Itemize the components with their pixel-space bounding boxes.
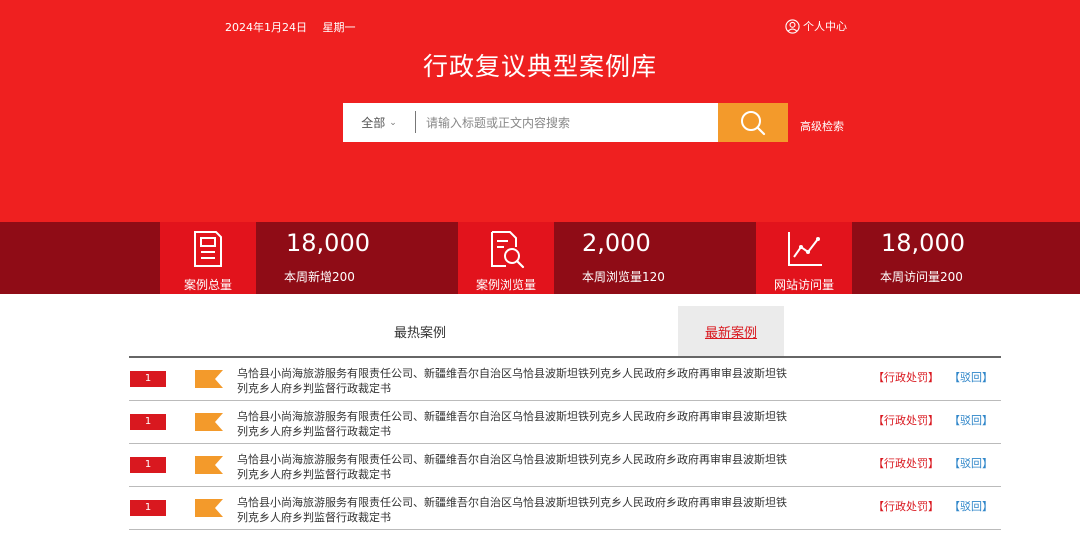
tab-latest-cases[interactable]: 最新案例: [678, 306, 784, 356]
case-title: 乌恰县小尚海旅游服务有限责任公司、新疆维吾尔自治区乌恰县波斯坦铁列克乡人民政府乡…: [237, 367, 787, 395]
ribbon-flag-icon: [195, 370, 223, 388]
case-result-tag[interactable]: 【驳回】: [949, 455, 993, 471]
line-chart-icon: [788, 232, 822, 266]
user-circle-icon: [785, 18, 800, 34]
tab-hottest-cases[interactable]: 最热案例: [360, 306, 480, 356]
search-icon: [741, 110, 766, 135]
ribbon-flag-icon: [195, 456, 223, 474]
stat-subtext: 本周浏览量120: [582, 270, 665, 284]
document-search-icon: [491, 231, 525, 269]
stat-value: 18,000: [286, 229, 370, 257]
rank-badge: 1: [130, 500, 166, 516]
stat-subtext: 本周访问量200: [880, 270, 963, 284]
case-title: 乌恰县小尚海旅游服务有限责任公司、新疆维吾尔自治区乌恰县波斯坦铁列克乡人民政府乡…: [237, 453, 787, 481]
page-title: 行政复议典型案例库: [422, 52, 657, 81]
advanced-search-link[interactable]: 高级检索: [800, 118, 844, 134]
case-list-item[interactable]: 1 乌恰县小尚海旅游服务有限责任公司、新疆维吾尔自治区乌恰县波斯坦铁列克乡人民政…: [129, 358, 1001, 401]
header-banner: 2024年1月24日 星期一 个人中心 行政复议典型案例库 全部 ⌄ 请输入标题…: [0, 0, 1080, 222]
rank-badge: 1: [130, 371, 166, 387]
stat-label: 案例浏览量: [475, 278, 536, 292]
case-list-item[interactable]: 1 乌恰县小尚海旅游服务有限责任公司、新疆维吾尔自治区乌恰县波斯坦铁列克乡人民政…: [129, 401, 1001, 444]
user-center-link[interactable]: 个人中心: [785, 18, 847, 34]
document-list-icon: [194, 231, 222, 267]
stat-tile-case-total[interactable]: 案例总量: [160, 222, 256, 294]
case-category-tag[interactable]: 【行政处罚】: [873, 412, 939, 428]
search-button[interactable]: [718, 103, 788, 142]
stat-value: 18,000: [881, 229, 965, 257]
current-date: 2024年1月24日 星期一: [225, 19, 368, 35]
search-scope-label: 全部: [361, 116, 386, 130]
search-scope-select[interactable]: 全部 ⌄: [343, 103, 415, 142]
rank-badge: 1: [130, 414, 166, 430]
stat-subtext: 本周新增200: [284, 270, 355, 284]
case-category-tag[interactable]: 【行政处罚】: [873, 455, 939, 471]
case-category-tag[interactable]: 【行政处罚】: [873, 498, 939, 514]
case-list-item[interactable]: 1 乌恰县小尚海旅游服务有限责任公司、新疆维吾尔自治区乌恰县波斯坦铁列克乡人民政…: [129, 444, 1001, 487]
stat-tile-case-views[interactable]: 案例浏览量: [458, 222, 554, 294]
search-input[interactable]: [416, 103, 718, 142]
case-result-tag[interactable]: 【驳回】: [949, 412, 993, 428]
chevron-down-icon: ⌄: [389, 117, 397, 128]
user-center-label: 个人中心: [803, 20, 847, 33]
ribbon-flag-icon: [195, 413, 223, 431]
weekday-text: 星期一: [322, 21, 356, 34]
case-title: 乌恰县小尚海旅游服务有限责任公司、新疆维吾尔自治区乌恰县波斯坦铁列克乡人民政府乡…: [237, 410, 787, 438]
stat-tile-site-visits[interactable]: 网站访问量: [756, 222, 852, 294]
case-result-tag[interactable]: 【驳回】: [949, 369, 993, 385]
case-result-tag[interactable]: 【驳回】: [949, 498, 993, 514]
stat-label: 案例总量: [183, 278, 232, 292]
case-list-item[interactable]: 1 乌恰县小尚海旅游服务有限责任公司、新疆维吾尔自治区乌恰县波斯坦铁列克乡人民政…: [129, 487, 1001, 530]
search-bar: 全部 ⌄: [343, 103, 788, 142]
ribbon-flag-icon: [195, 499, 223, 517]
stat-value: 2,000: [582, 229, 651, 257]
date-text: 2024年1月24日: [225, 21, 307, 34]
rank-badge: 1: [130, 457, 166, 473]
case-category-tag[interactable]: 【行政处罚】: [873, 369, 939, 385]
stat-label: 网站访问量: [773, 278, 834, 292]
page: 2024年1月24日 星期一 个人中心 行政复议典型案例库 全部 ⌄ 请输入标题…: [0, 0, 1080, 537]
case-title: 乌恰县小尚海旅游服务有限责任公司、新疆维吾尔自治区乌恰县波斯坦铁列克乡人民政府乡…: [237, 496, 787, 524]
